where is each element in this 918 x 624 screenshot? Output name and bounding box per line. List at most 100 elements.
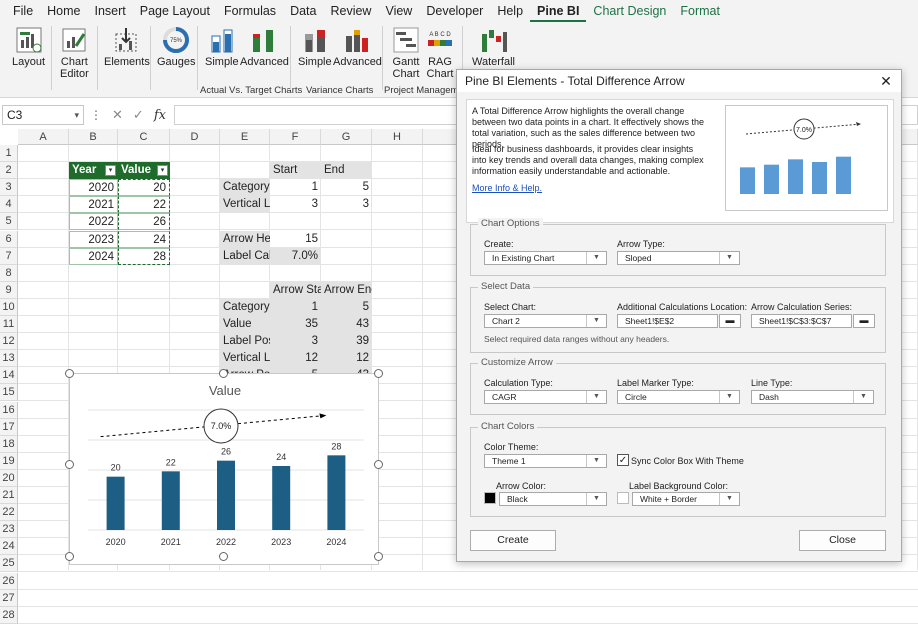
column-header-g[interactable]: G	[321, 129, 372, 145]
resize-handle-t[interactable]	[219, 369, 228, 378]
resize-handle-b[interactable]	[219, 552, 228, 561]
elements-button[interactable]: Elements	[104, 26, 150, 68]
row-header-21[interactable]: 21	[0, 487, 18, 504]
actual-target-simple-button[interactable]: Simple	[205, 26, 239, 68]
resize-handle-tl[interactable]	[65, 369, 74, 378]
column-header-h[interactable]: H	[372, 129, 423, 145]
row-header-10[interactable]: 10	[0, 298, 18, 316]
row-header-3[interactable]: 3	[0, 179, 18, 197]
embedded-chart[interactable]: Value 20 2020 22 2021 26 2022 24 2023 28 2024 7.0%	[69, 373, 379, 565]
menu-chart-design[interactable]: Chart Design	[586, 0, 673, 22]
row-header-19[interactable]: 19	[0, 452, 18, 470]
calc-value[interactable]: 3	[321, 196, 372, 213]
row-header-20[interactable]: 20	[0, 469, 18, 487]
menu-insert[interactable]: Insert	[88, 0, 133, 22]
column-header-f[interactable]: F	[270, 129, 321, 145]
gantt-chart-button[interactable]: Gantt Chart	[392, 26, 420, 80]
resize-handle-br[interactable]	[374, 552, 383, 561]
calc-value[interactable]: 1	[270, 298, 321, 316]
marker-type-dropdown[interactable]: Circle ▼	[617, 390, 740, 404]
table-filter-icon-value[interactable]: ▾	[157, 165, 168, 177]
row-header-22[interactable]: 22	[0, 504, 18, 522]
label-bg-color-dropdown[interactable]: White + Border ▼	[632, 492, 740, 506]
row-header-18[interactable]: 18	[0, 435, 18, 453]
table-cell-year[interactable]: 2024	[69, 247, 118, 265]
table-cell-year[interactable]: 2020	[69, 179, 118, 197]
table-cell-value[interactable]: 24	[118, 230, 170, 248]
row-header-12[interactable]: 12	[0, 333, 18, 351]
calc-location-ref-button[interactable]: ▬	[719, 314, 741, 328]
color-theme-dropdown[interactable]: Theme 1 ▼	[484, 454, 607, 468]
arrow-color-dropdown[interactable]: Black ▼	[499, 492, 607, 506]
row-header-16[interactable]: 16	[0, 401, 18, 419]
arrow-type-dropdown[interactable]: Sloped ▼	[617, 251, 740, 265]
menu-data[interactable]: Data	[283, 0, 323, 22]
close-button[interactable]: Close	[799, 530, 886, 551]
actual-target-advanced-button[interactable]: Advanced	[240, 26, 289, 68]
chart-editor-button[interactable]: Chart Editor	[60, 26, 89, 80]
calc-label[interactable]: Arrow Heig	[220, 230, 270, 248]
row-header-4[interactable]: 4	[0, 196, 18, 214]
layout-button[interactable]: Layout	[12, 26, 45, 68]
function-icon[interactable]: fx	[154, 108, 166, 123]
table-cell-year[interactable]: 2023	[69, 230, 118, 248]
calc-value[interactable]: 7.0%	[270, 247, 321, 265]
row-header-2[interactable]: 2	[0, 162, 18, 180]
menu-home[interactable]: Home	[40, 0, 87, 22]
row-header-17[interactable]: 17	[0, 418, 18, 436]
calc-value[interactable]: 39	[321, 333, 372, 351]
row-header-13[interactable]: 13	[0, 350, 18, 368]
variance-simple-button[interactable]: Simple	[298, 26, 332, 68]
calc-label[interactable]: Vertical Lir	[220, 196, 270, 214]
calc-header-end[interactable]: End	[321, 162, 372, 180]
menu-developer[interactable]: Developer	[419, 0, 490, 22]
column-header-d[interactable]: D	[170, 129, 220, 145]
arrow-series-input[interactable]: Sheet1!$C$3:$C$7	[751, 314, 852, 328]
row-header-23[interactable]: 23	[0, 521, 18, 539]
table-cell-year[interactable]: 2021	[69, 196, 118, 214]
row-header-24[interactable]: 24	[0, 538, 18, 556]
calc-label[interactable]: Label Calc	[220, 247, 270, 265]
row-header-28[interactable]: 28	[0, 606, 18, 624]
menu-page-layout[interactable]: Page Layout	[133, 0, 217, 22]
cancel-icon[interactable]: ✕	[112, 107, 123, 123]
row-header-8[interactable]: 8	[0, 264, 18, 282]
menu-view[interactable]: View	[378, 0, 419, 22]
calc-header-start[interactable]: Start	[270, 162, 321, 180]
row-header-14[interactable]: 14	[0, 367, 18, 385]
calc-value[interactable]: 12	[321, 350, 372, 368]
table-cell-year[interactable]: 2022	[69, 213, 118, 231]
calc-label[interactable]: Category	[220, 179, 270, 197]
row-header-11[interactable]: 11	[0, 316, 18, 333]
column-header-a[interactable]: A	[18, 129, 69, 145]
row-header-26[interactable]: 26	[0, 572, 18, 590]
menu-file[interactable]: File	[6, 0, 40, 22]
calc-value[interactable]: 35	[270, 316, 321, 333]
menu-pine-bi[interactable]: Pine BI	[530, 0, 587, 22]
menu-help[interactable]: Help	[490, 0, 530, 22]
calc-header-arrow-end[interactable]: Arrow End	[321, 281, 372, 299]
variance-advanced-button[interactable]: Advanced	[333, 26, 382, 68]
calc-label[interactable]: Label Posit	[220, 333, 270, 351]
table-cell-value[interactable]: 26	[118, 213, 170, 231]
resize-handle-bl[interactable]	[65, 552, 74, 561]
more-info-link[interactable]: More Info & Help.	[472, 183, 542, 193]
gauges-button[interactable]: 75% Gauges	[157, 26, 196, 68]
create-dropdown[interactable]: In Existing Chart ▼	[484, 251, 607, 265]
row-header-7[interactable]: 7	[0, 247, 18, 265]
table-cell-value[interactable]: 22	[118, 196, 170, 214]
row-header-9[interactable]: 9	[0, 281, 18, 299]
row-header-6[interactable]: 6	[0, 230, 18, 248]
menu-format[interactable]: Format	[673, 0, 727, 22]
close-icon[interactable]: ✕	[871, 70, 901, 92]
rag-chart-button[interactable]: A B C D RAG Chart	[426, 26, 454, 80]
column-header-b[interactable]: B	[69, 129, 118, 145]
row-header-5[interactable]: 5	[0, 213, 18, 231]
table-filter-icon-year[interactable]: ▾	[105, 165, 116, 177]
calc-value[interactable]: 5	[321, 298, 372, 316]
more-options-icon[interactable]: ⋮	[90, 108, 102, 122]
name-box[interactable]: C3 ▾	[2, 105, 84, 125]
calc-value[interactable]: 12	[270, 350, 321, 368]
calc-label[interactable]: Category	[220, 298, 270, 316]
row-header-15[interactable]: 15	[0, 384, 18, 402]
